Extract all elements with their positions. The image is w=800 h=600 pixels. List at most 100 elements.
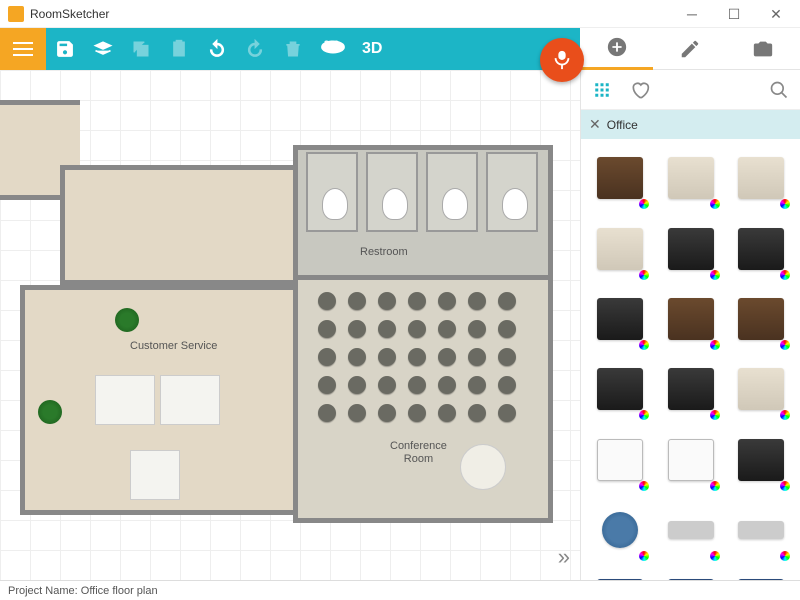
plant[interactable]	[115, 308, 139, 332]
conference-chair[interactable]	[408, 292, 426, 310]
conference-chair[interactable]	[468, 348, 486, 366]
color-picker-icon[interactable]	[710, 199, 720, 209]
conference-chair[interactable]	[468, 320, 486, 338]
camera-position-button[interactable]	[540, 38, 584, 82]
save-button[interactable]	[46, 28, 84, 70]
color-picker-icon[interactable]	[639, 481, 649, 491]
conference-chair[interactable]	[438, 404, 456, 422]
furniture-laptop-open-blue[interactable]	[657, 567, 723, 580]
conference-chair[interactable]	[378, 376, 396, 394]
color-picker-icon[interactable]	[780, 481, 790, 491]
conference-chair[interactable]	[378, 292, 396, 310]
furniture-keyboard-light[interactable]	[657, 497, 723, 563]
floorplan-canvas[interactable]: Restroom Conference Room Customer Servic…	[0, 70, 580, 580]
window-maximize-button[interactable]: ☐	[714, 0, 754, 28]
furniture-laptop-open-grey[interactable]	[587, 567, 653, 580]
menu-button[interactable]	[0, 28, 46, 70]
toilet-stall[interactable]	[366, 152, 418, 232]
color-picker-icon[interactable]	[639, 199, 649, 209]
furniture-pedestal-black[interactable]	[587, 356, 653, 422]
furniture-file-cabinet-tall[interactable]	[728, 356, 794, 422]
conference-chair[interactable]	[438, 376, 456, 394]
desk[interactable]	[130, 450, 180, 500]
conference-chair[interactable]	[498, 348, 516, 366]
furniture-shelving-unit[interactable]	[657, 356, 723, 422]
furniture-desk-drawer-dark[interactable]	[587, 286, 653, 352]
furniture-locker-dark[interactable]	[728, 215, 794, 281]
toilet-stall[interactable]	[306, 152, 358, 232]
desk[interactable]	[160, 375, 220, 425]
conference-chair[interactable]	[348, 404, 366, 422]
paste-button[interactable]	[160, 28, 198, 70]
conference-chair[interactable]	[468, 376, 486, 394]
conference-chair[interactable]	[378, 320, 396, 338]
conference-chair[interactable]	[318, 292, 336, 310]
tab-add[interactable]	[580, 28, 653, 70]
color-picker-icon[interactable]	[780, 410, 790, 420]
conference-chair[interactable]	[408, 320, 426, 338]
color-picker-icon[interactable]	[710, 551, 720, 561]
conference-chair[interactable]	[348, 292, 366, 310]
conference-chair[interactable]	[408, 376, 426, 394]
furniture-file-cabinet-small[interactable]	[587, 215, 653, 281]
delete-button[interactable]	[274, 28, 312, 70]
conference-chair[interactable]	[378, 404, 396, 422]
view-3d-button[interactable]: 3D	[354, 28, 390, 70]
furniture-whiteboard-easel[interactable]	[587, 426, 653, 492]
furniture-laptop-closed[interactable]	[728, 567, 794, 580]
color-picker-icon[interactable]	[710, 410, 720, 420]
conference-chair[interactable]	[318, 404, 336, 422]
desk[interactable]	[95, 375, 155, 425]
color-picker-icon[interactable]	[780, 270, 790, 280]
furniture-tall-cabinet[interactable]	[587, 145, 653, 211]
conference-chair[interactable]	[408, 348, 426, 366]
view-360-button[interactable]: 360	[312, 28, 354, 70]
conference-chair[interactable]	[498, 320, 516, 338]
room-hallway[interactable]	[60, 165, 300, 285]
conference-chair[interactable]	[408, 404, 426, 422]
redo-button[interactable]	[236, 28, 274, 70]
tab-draw[interactable]	[653, 28, 726, 70]
round-table[interactable]	[460, 444, 506, 490]
color-picker-icon[interactable]	[710, 340, 720, 350]
color-picker-icon[interactable]	[710, 270, 720, 280]
undo-button[interactable]	[198, 28, 236, 70]
conference-chair[interactable]	[378, 348, 396, 366]
conference-chair[interactable]	[318, 348, 336, 366]
color-picker-icon[interactable]	[639, 551, 649, 561]
toilet-stall[interactable]	[426, 152, 478, 232]
copy-button[interactable]	[122, 28, 160, 70]
furniture-cabinet-wood[interactable]	[728, 286, 794, 352]
furniture-file-cabinet-wide[interactable]	[728, 145, 794, 211]
color-picker-icon[interactable]	[710, 481, 720, 491]
color-picker-icon[interactable]	[639, 410, 649, 420]
conference-chair[interactable]	[318, 320, 336, 338]
color-picker-icon[interactable]	[639, 340, 649, 350]
conference-chair[interactable]	[498, 292, 516, 310]
furniture-file-cabinet-2drawer[interactable]	[657, 145, 723, 211]
plant[interactable]	[38, 400, 62, 424]
window-minimize-button[interactable]: ─	[672, 0, 712, 28]
furniture-bookshelf-dark[interactable]	[657, 215, 723, 281]
color-picker-icon[interactable]	[780, 199, 790, 209]
furniture-desk-drawer-wood[interactable]	[657, 286, 723, 352]
conference-chair[interactable]	[438, 348, 456, 366]
color-picker-icon[interactable]	[780, 551, 790, 561]
category-header[interactable]: ✕ Office	[581, 110, 800, 139]
expand-panel-button[interactable]: »	[558, 544, 570, 570]
conference-chair[interactable]	[498, 376, 516, 394]
search-button[interactable]	[764, 75, 794, 105]
color-picker-icon[interactable]	[639, 270, 649, 280]
layers-button[interactable]	[84, 28, 122, 70]
conference-chair[interactable]	[468, 292, 486, 310]
color-picker-icon[interactable]	[780, 340, 790, 350]
conference-chair[interactable]	[348, 376, 366, 394]
conference-chair[interactable]	[498, 404, 516, 422]
conference-chair[interactable]	[348, 320, 366, 338]
furniture-keyboard-dark[interactable]	[728, 497, 794, 563]
furniture-globe-black[interactable]	[728, 426, 794, 492]
toilet-stall[interactable]	[486, 152, 538, 232]
library-grid-tab[interactable]	[587, 75, 617, 105]
furniture-whiteboard-stand[interactable]	[657, 426, 723, 492]
window-close-button[interactable]: ✕	[756, 0, 796, 28]
